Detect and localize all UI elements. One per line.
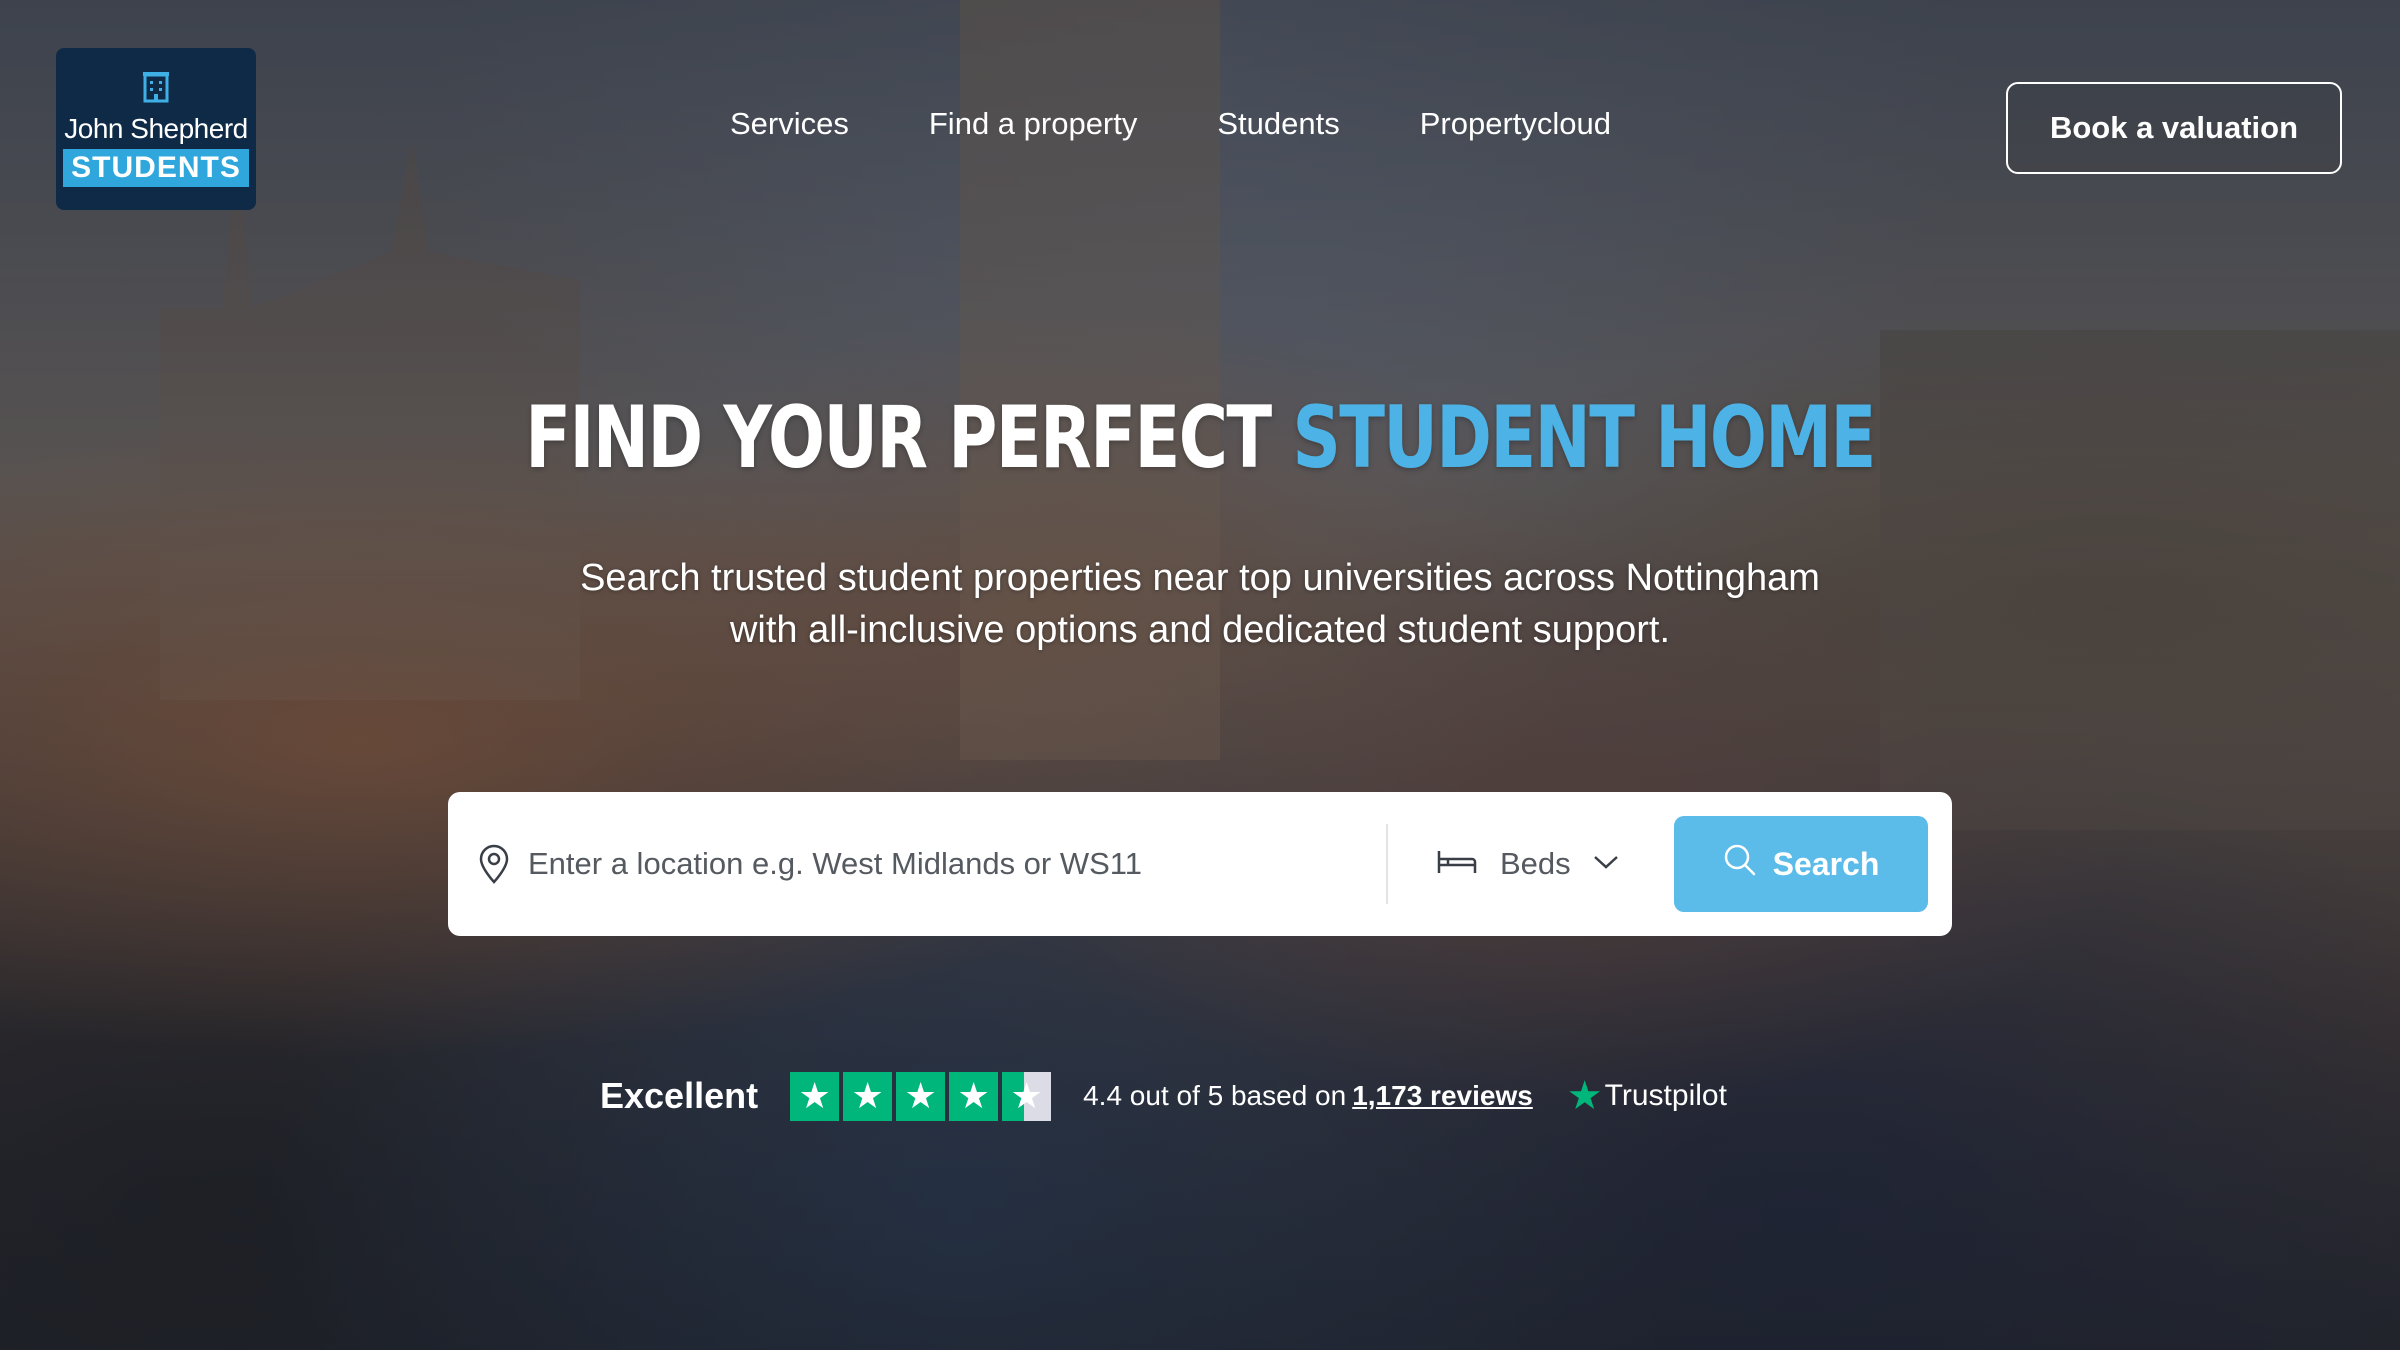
hero-headline: FIND YOUR PERFECT STUDENT HOME (264, 388, 2136, 488)
subtitle-line-2: with all-inclusive options and dedicated… (729, 609, 1671, 651)
nav-item-services[interactable]: Services (730, 106, 849, 142)
trustpilot-summary: 4.4 out of 5 based on (1083, 1080, 1347, 1111)
beds-label: Beds (1500, 846, 1571, 881)
subtitle-line-1: Search trusted student properties near t… (580, 557, 1820, 599)
trustpilot-stars: ★ ★ ★ ★ ★ (790, 1071, 1052, 1121)
headline-blue: STUDENT HOME (1292, 388, 1876, 488)
star-icon: ★ (896, 1071, 946, 1121)
trustpilot-star-icon: ★ (1566, 1074, 1603, 1118)
logo-badge: STUDENTS (63, 149, 249, 187)
search-button[interactable]: Search (1674, 816, 1928, 912)
trustpilot-rating-word: Excellent (600, 1075, 759, 1116)
brand-logo[interactable]: John Shepherd STUDENTS (56, 48, 256, 210)
nav-item-students[interactable]: Students (1217, 106, 1339, 142)
trustpilot-brand: Trustpilot (1604, 1079, 1727, 1112)
property-search-bar: Beds Search (448, 792, 1952, 936)
bed-icon (1436, 848, 1478, 881)
search-divider (1386, 824, 1388, 904)
logo-name: John Shepherd (64, 113, 248, 144)
star-icon: ★ (790, 1071, 840, 1121)
star-icon: ★ (843, 1071, 893, 1121)
search-icon (1723, 843, 1757, 885)
location-search-input[interactable] (528, 832, 1318, 896)
building-icon (141, 71, 171, 109)
chevron-down-icon (1593, 854, 1619, 875)
headline-white: FIND YOUR PERFECT (525, 388, 1272, 488)
search-button-label: Search (1772, 845, 1880, 882)
nav-item-find-a-property[interactable]: Find a property (929, 106, 1138, 142)
beds-dropdown[interactable]: Beds (1436, 832, 1676, 896)
main-nav: Services Find a property Students Proper… (730, 106, 1611, 142)
nav-item-propertycloud[interactable]: Propertycloud (1420, 106, 1611, 142)
half-star-icon: ★ (1002, 1071, 1052, 1121)
hero-subtitle: Search trusted student properties near t… (0, 552, 2400, 656)
star-icon: ★ (949, 1071, 999, 1121)
trustpilot-widget: Excellent ★ ★ ★ ★ ★ 4.4 out of 5 based o… (600, 1070, 1727, 1122)
location-pin-icon (474, 842, 514, 886)
book-valuation-button[interactable]: Book a valuation (2006, 82, 2342, 174)
trustpilot-reviews-link[interactable]: 1,173 reviews (1352, 1080, 1533, 1112)
